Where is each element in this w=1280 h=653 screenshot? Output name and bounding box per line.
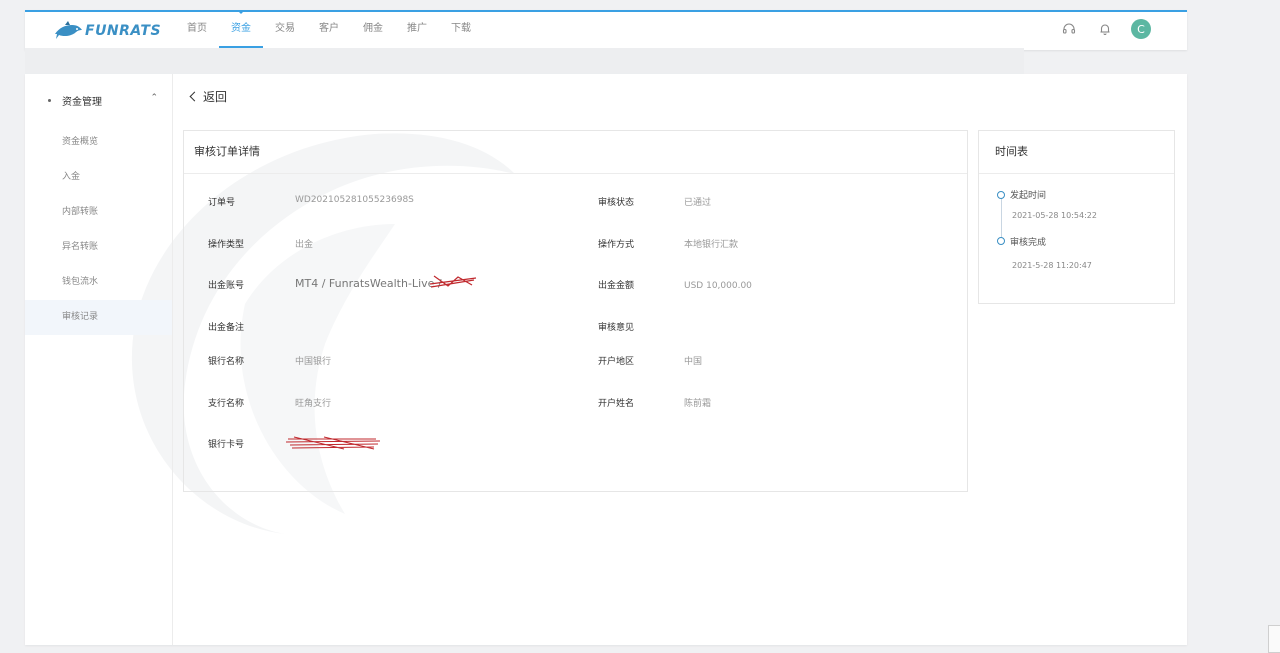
label-bank-name: 银行名称 xyxy=(208,357,245,367)
feedback-tab[interactable] xyxy=(1268,625,1280,653)
label-account-region: 开户地区 xyxy=(598,357,635,367)
value-account-region: 中国 xyxy=(684,357,703,367)
nav-item-clients[interactable]: 客户 xyxy=(307,12,351,48)
nav-item-download[interactable]: 下载 xyxy=(439,12,483,48)
subheader-strip xyxy=(25,48,1024,74)
label-branch-name: 支行名称 xyxy=(208,399,245,409)
detail-row-branch-name: 支行名称 旺角支行 开户姓名 陈前霜 xyxy=(184,396,969,416)
label-withdraw-amount: 出金金额 xyxy=(598,281,635,291)
redaction-scribble-icon xyxy=(285,436,381,450)
nav-item-promotion[interactable]: 推广 xyxy=(395,12,439,48)
order-detail-title: 审核订单详情 xyxy=(184,131,967,174)
label-order-id: 订单号 xyxy=(208,198,236,208)
user-avatar[interactable]: C xyxy=(1131,19,1151,39)
value-withdraw-account: MT4 / FunratsWealth-Live / xyxy=(295,277,442,290)
timeline-card: 时间表 发起时间 2021-05-28 10:54:22 审核完成 2021-5… xyxy=(978,130,1175,304)
nav-item-commission[interactable]: 佣金 xyxy=(351,12,395,48)
sidebar-item-internal-transfer[interactable]: 内部转账 xyxy=(25,195,172,230)
label-card-number: 银行卡号 xyxy=(208,440,245,450)
back-label: 返回 xyxy=(203,90,228,104)
chevron-up-icon: ⌃ xyxy=(150,93,158,103)
sidebar-item-audit-records[interactable]: 审核记录 xyxy=(25,300,172,335)
detail-row-card-number: 银行卡号 xyxy=(184,436,969,457)
top-navbar: FUNRATS 首页 资金 交易 客户 佣金 推广 下载 C xyxy=(25,10,1187,50)
detail-row-order-id: 订单号 WD20210528105523698S 审核状态 已通过 xyxy=(184,195,969,215)
sidebar-section-label: 资金管理 xyxy=(62,96,102,108)
timeline-event-time: 2021-5-28 11:20:47 xyxy=(1012,261,1092,270)
label-withdraw-account: 出金账号 xyxy=(208,281,245,291)
content-panel: 资金管理 ⌃ 资金概览 入金 内部转账 异名转账 钱包流水 审核记录 返回 审核… xyxy=(25,74,1187,645)
value-withdraw-amount: USD 10,000.00 xyxy=(684,281,752,291)
sidebar-menu: 资金概览 入金 内部转账 异名转账 钱包流水 审核记录 xyxy=(25,125,172,335)
timeline-event-label: 发起时间 xyxy=(1010,191,1047,201)
timeline-event-time: 2021-05-28 10:54:22 xyxy=(1012,211,1097,220)
nav-item-trade[interactable]: 交易 xyxy=(263,12,307,48)
sidebar: 资金管理 ⌃ 资金概览 入金 内部转账 异名转账 钱包流水 审核记录 xyxy=(25,74,173,645)
value-account-holder: 陈前霜 xyxy=(684,399,712,409)
top-actions: C xyxy=(1043,19,1151,39)
value-order-id: WD20210528105523698S xyxy=(295,195,414,205)
label-operation-type: 操作类型 xyxy=(208,240,245,250)
detail-row-withdraw-account: 出金账号 MT4 / FunratsWealth-Live / 出金金额 USD… xyxy=(184,275,969,298)
bell-icon[interactable] xyxy=(1095,19,1115,39)
timeline-event-label: 审核完成 xyxy=(1010,238,1047,248)
headset-icon[interactable] xyxy=(1059,19,1079,39)
sidebar-item-funds-overview[interactable]: 资金概览 xyxy=(25,125,172,160)
sidebar-item-wallet-history[interactable]: 钱包流水 xyxy=(25,265,172,300)
detail-row-withdraw-remark: 出金备注 审核意见 xyxy=(184,320,969,340)
value-branch-name: 旺角支行 xyxy=(295,399,332,409)
redaction-scribble-icon xyxy=(429,275,477,288)
nav-item-home[interactable]: 首页 xyxy=(175,12,219,48)
label-account-holder: 开户姓名 xyxy=(598,399,635,409)
timeline-connector xyxy=(1001,198,1002,238)
back-button[interactable]: 返回 xyxy=(189,88,228,105)
funrats-logo-icon xyxy=(55,21,82,39)
value-audit-status: 已通过 xyxy=(684,198,712,208)
brand-name: FUNRATS xyxy=(85,23,162,39)
main-nav: 首页 资金 交易 客户 佣金 推广 下载 xyxy=(175,10,483,48)
value-bank-name: 中国银行 xyxy=(295,357,332,367)
value-operation-method: 本地银行汇款 xyxy=(684,240,739,250)
timeline-title: 时间表 xyxy=(979,131,1174,174)
detail-row-operation-type: 操作类型 出金 操作方式 本地银行汇款 xyxy=(184,237,969,257)
timeline-dot-icon xyxy=(997,191,1005,199)
label-audit-status: 审核状态 xyxy=(598,198,635,208)
sidebar-item-deposit[interactable]: 入金 xyxy=(25,160,172,195)
value-operation-type: 出金 xyxy=(295,240,314,250)
detail-row-bank-name: 银行名称 中国银行 开户地区 中国 xyxy=(184,354,969,374)
order-detail-card: 审核订单详情 订单号 WD20210528105523698S 审核状态 已通过… xyxy=(183,130,968,492)
brand-logo[interactable]: FUNRATS xyxy=(53,19,161,43)
label-withdraw-remark: 出金备注 xyxy=(208,323,245,333)
sidebar-section-funds-management[interactable]: 资金管理 ⌃ xyxy=(25,88,172,112)
label-audit-opinion: 审核意见 xyxy=(598,323,635,333)
bullet-icon xyxy=(48,98,51,102)
sidebar-item-third-party-transfer[interactable]: 异名转账 xyxy=(25,230,172,265)
label-operation-method: 操作方式 xyxy=(598,240,635,250)
nav-item-funds[interactable]: 资金 xyxy=(219,10,263,48)
timeline-dot-icon xyxy=(997,237,1005,245)
chevron-left-icon xyxy=(189,91,200,102)
